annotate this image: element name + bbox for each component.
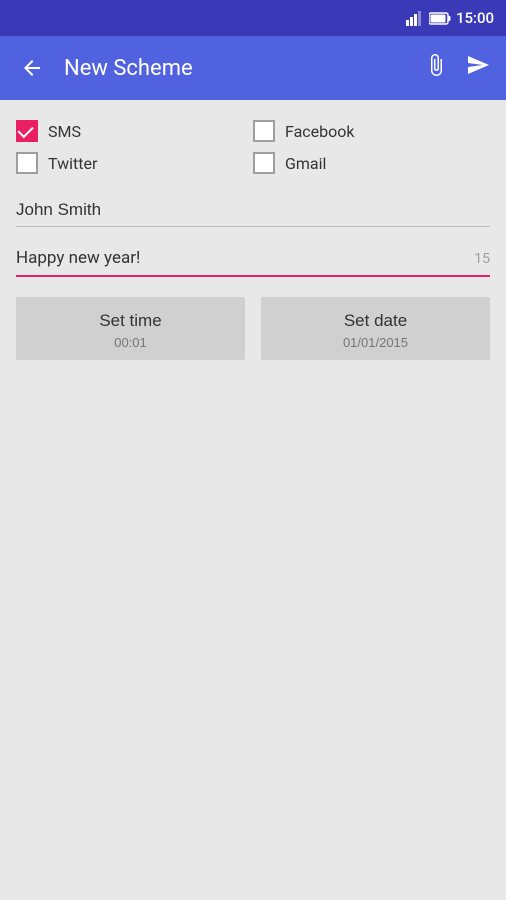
checkbox-twitter-label: Twitter (48, 154, 97, 173)
char-count: 15 (470, 251, 490, 271)
checkbox-facebook-box[interactable] (253, 120, 275, 142)
message-underline (16, 275, 490, 277)
set-date-value: 01/01/2015 (343, 335, 408, 350)
message-row: Happy new year! 15 (16, 247, 490, 271)
checkbox-gmail-box[interactable] (253, 152, 275, 174)
main-content: SMS Facebook Twitter Gmail Happy new yea… (0, 100, 506, 376)
send-button[interactable] (466, 53, 490, 83)
app-title: New Scheme (64, 56, 408, 81)
name-field-container (16, 194, 490, 227)
message-input[interactable]: Happy new year! (16, 247, 462, 271)
checkbox-sms[interactable]: SMS (16, 120, 253, 142)
checkbox-facebook[interactable]: Facebook (253, 120, 490, 142)
battery-icon (429, 12, 451, 25)
app-bar: New Scheme (0, 36, 506, 100)
checkbox-grid: SMS Facebook Twitter Gmail (16, 120, 490, 174)
checkbox-facebook-label: Facebook (285, 122, 354, 141)
set-time-button[interactable]: Set time 00:01 (16, 297, 245, 360)
message-container: Happy new year! 15 (16, 247, 490, 277)
set-time-value: 00:01 (114, 335, 147, 350)
set-time-label: Set time (99, 311, 161, 331)
set-date-label: Set date (344, 311, 407, 331)
back-button[interactable] (16, 52, 48, 84)
checkbox-sms-label: SMS (48, 122, 81, 141)
checkbox-gmail-label: Gmail (285, 154, 326, 173)
status-bar: 15:00 (0, 0, 506, 36)
app-bar-actions (424, 53, 490, 84)
checkbox-gmail[interactable]: Gmail (253, 152, 490, 174)
name-input[interactable] (16, 194, 490, 227)
status-icons: 15:00 (406, 9, 494, 27)
checkbox-twitter-box[interactable] (16, 152, 38, 174)
checkbox-twitter[interactable]: Twitter (16, 152, 253, 174)
checkbox-sms-box[interactable] (16, 120, 38, 142)
buttons-row: Set time 00:01 Set date 01/01/2015 (16, 297, 490, 360)
status-time: 15:00 (456, 9, 494, 27)
set-date-button[interactable]: Set date 01/01/2015 (261, 297, 490, 360)
signal-icon (406, 10, 424, 26)
attach-button[interactable] (424, 53, 448, 84)
